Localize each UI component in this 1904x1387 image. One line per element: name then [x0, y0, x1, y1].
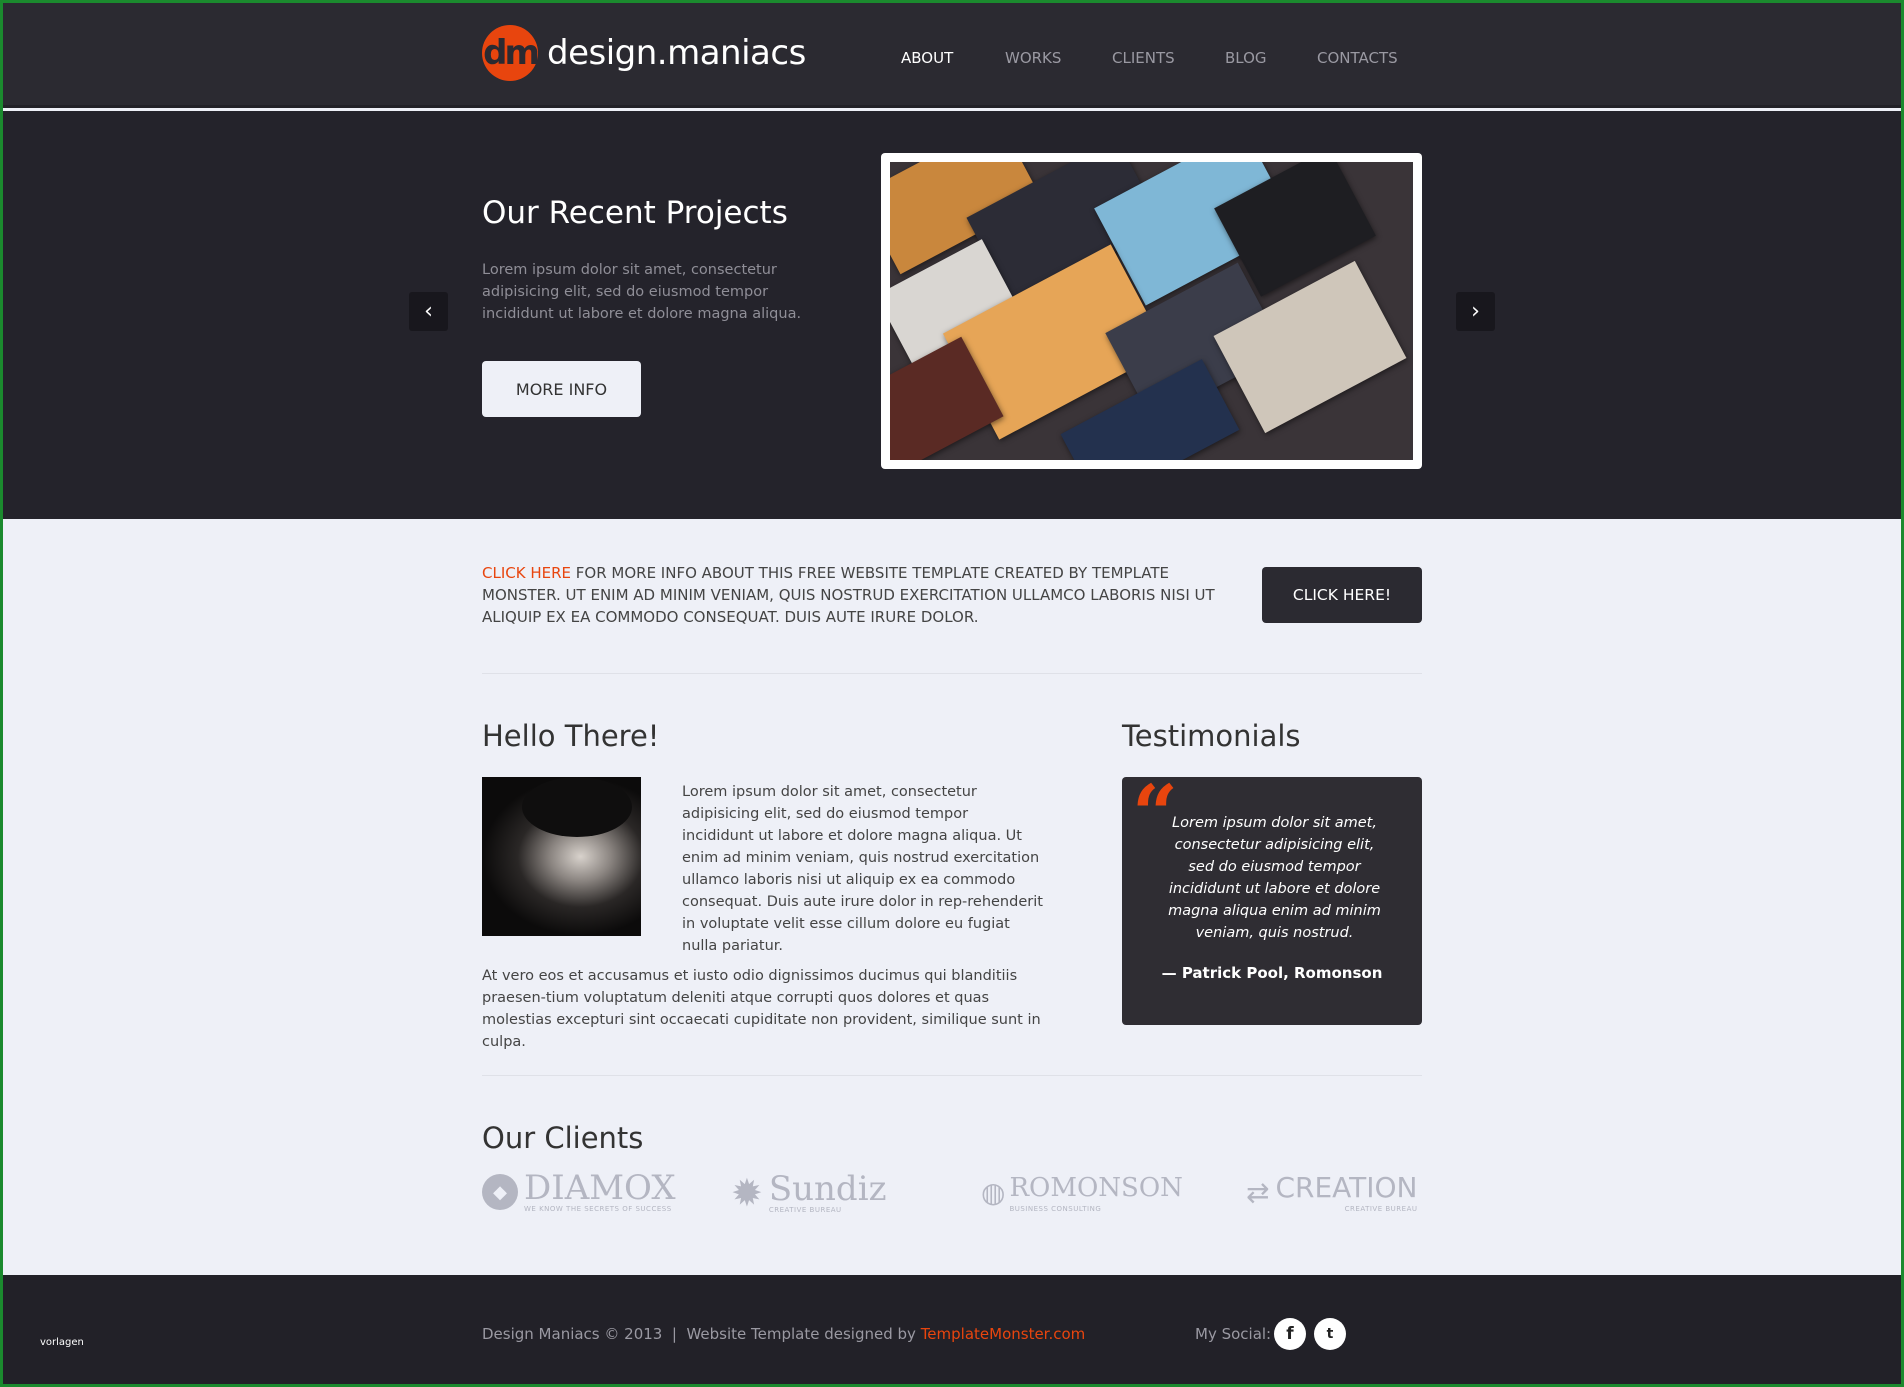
logo[interactable]: dm design.maniacs [482, 25, 806, 81]
testimonial-author: — Patrick Pool, Romonson [1161, 964, 1383, 982]
footer: vorlagen Design Maniacs © 2013 | Website… [3, 1275, 1901, 1384]
watermark: vorlagen [40, 1337, 84, 1348]
cta-body: FOR MORE INFO ABOUT THIS FREE WEBSITE TE… [482, 564, 1215, 626]
testimonials-title: Testimonials [1122, 719, 1301, 753]
click-here-button[interactable]: CLICK HERE! [1262, 567, 1422, 623]
hero-slider: ‹ › Our Recent Projects Lorem ipsum dolo… [3, 111, 1901, 519]
logo-mark: dm [482, 25, 540, 81]
more-info-button[interactable]: MORE INFO [482, 361, 641, 417]
hello-text: Lorem ipsum dolor sit amet, consectetur … [682, 784, 1043, 954]
nav-clients[interactable]: CLIENTS [1112, 49, 1175, 67]
chevron-right-icon: › [1471, 299, 1480, 324]
templatemonster-link[interactable]: TemplateMonster.com [921, 1325, 1086, 1343]
nav-works[interactable]: WORKS [1005, 49, 1061, 67]
click-here-link[interactable]: CLICK HERE [482, 564, 571, 582]
client-logo-sundiz[interactable]: ✹ Sundiz CREATIVE BUREAU [731, 1171, 886, 1215]
prev-slide-button[interactable]: ‹ [409, 292, 448, 331]
repeat-icon: ⇄ [1246, 1175, 1270, 1209]
social-label: My Social: [1195, 1325, 1272, 1343]
profile-photo [482, 777, 641, 936]
next-slide-button[interactable]: › [1456, 292, 1495, 331]
hello-title: Hello There! [482, 719, 660, 753]
hero-title: Our Recent Projects [482, 195, 788, 231]
globe-icon: ◍ [981, 1175, 1006, 1209]
divider [482, 673, 1422, 674]
footer-copyright: Design Maniacs © 2013 | Website Template… [482, 1325, 1086, 1343]
diamond-icon: ◆ [482, 1174, 518, 1210]
facebook-icon[interactable]: f [1274, 1318, 1306, 1350]
clients-title: Our Clients [482, 1121, 644, 1155]
divider [482, 1075, 1422, 1076]
client-logo-romonson[interactable]: ◍ ROMONSON BUSINESS CONSULTING [981, 1171, 1183, 1213]
hello-text-2: At vero eos et accusamus et iusto odio d… [482, 968, 1041, 1050]
client-logo-diamox[interactable]: ◆ DIAMOX WE KNOW THE SECRETS OF SUCCESS [482, 1171, 676, 1213]
header: dm design.maniacs ABOUT WORKS CLIENTS BL… [3, 3, 1901, 108]
hero-text: Lorem ipsum dolor sit amet, consectetur … [482, 262, 802, 322]
chevron-left-icon: ‹ [424, 299, 433, 324]
nav-blog[interactable]: BLOG [1225, 49, 1267, 67]
twitter-icon[interactable]: t [1314, 1318, 1346, 1350]
projects-collage-image[interactable] [881, 153, 1422, 469]
testimonial-card: “ Lorem ipsum dolor sit amet, consectetu… [1122, 767, 1422, 1025]
logo-text: design.maniacs [547, 33, 806, 73]
client-logo-creation[interactable]: ⇄ CREATION CREATIVE BUREAU [1246, 1171, 1418, 1213]
nav-contacts[interactable]: CONTACTS [1317, 49, 1398, 67]
nav-about[interactable]: ABOUT [901, 49, 953, 67]
page: dm design.maniacs ABOUT WORKS CLIENTS BL… [3, 3, 1901, 1384]
sun-icon: ✹ [731, 1171, 763, 1215]
testimonial-quote: Lorem ipsum dolor sit amet, consectetur … [1168, 815, 1381, 941]
cta-text: CLICK HERE FOR MORE INFO ABOUT THIS FREE… [482, 562, 1222, 628]
